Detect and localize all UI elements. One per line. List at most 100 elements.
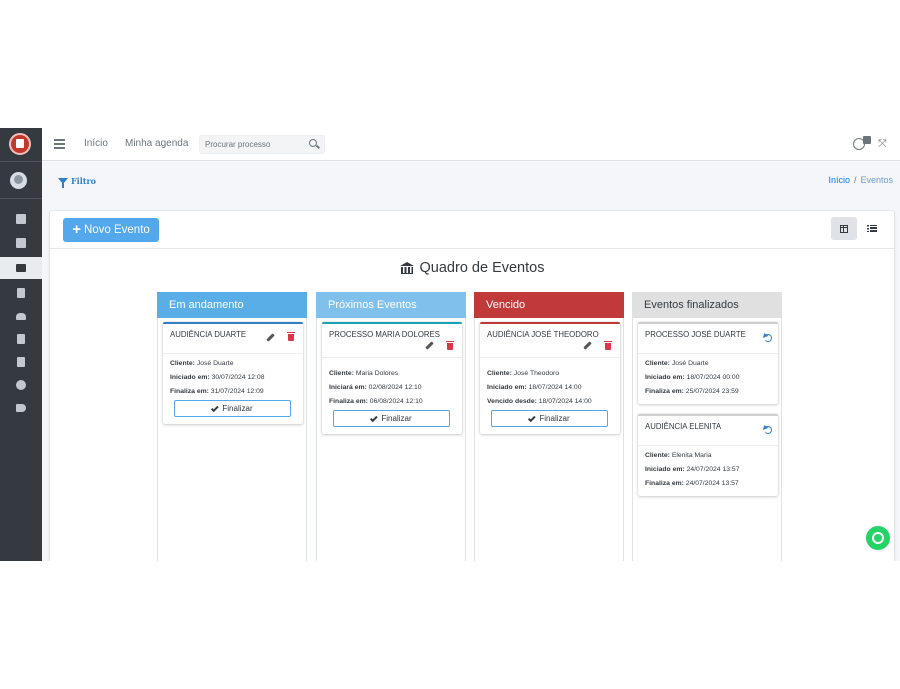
event-client: Cliente: José Theodoro	[487, 370, 560, 377]
clipboard-icon	[17, 288, 25, 298]
pencil-icon[interactable]	[583, 341, 592, 350]
search-input[interactable]	[200, 136, 300, 153]
sidebar-item-file-text[interactable]	[0, 351, 42, 373]
event-end: Finaliza em: 06/08/2024 12:10	[329, 398, 423, 405]
sidebar-item-document[interactable]	[0, 328, 42, 350]
sidebar-item-users[interactable]	[0, 305, 42, 327]
bank-icon	[16, 264, 26, 272]
filter-icon	[58, 178, 68, 188]
undo-icon[interactable]	[764, 426, 772, 434]
event-client: Cliente: Maria Dolores	[329, 370, 399, 377]
event-card-header: PROCESSO MARIA DOLORES	[322, 324, 462, 358]
sidebar	[0, 128, 42, 561]
sidebar-item-events[interactable]	[0, 257, 42, 279]
trash-icon[interactable]	[446, 340, 454, 350]
column-header: Próximos Eventos	[316, 292, 466, 318]
bank-icon	[399, 262, 414, 274]
sidebar-item-clipboard[interactable]	[0, 282, 42, 304]
breadcrumb-separator: /	[853, 175, 857, 185]
new-event-button[interactable]: + Novo Evento	[63, 218, 159, 242]
event-end: Finaliza em: 31/07/2024 12:09	[170, 388, 264, 395]
user-avatar[interactable]	[10, 172, 27, 189]
event-title: AUDIÊNCIA ELENITA	[645, 422, 722, 431]
event-card-header: AUDIÊNCIA JOSÉ THEODORO	[480, 324, 620, 358]
finalize-label: Finalizar	[222, 404, 253, 413]
grid-icon	[840, 224, 848, 233]
event-card[interactable]: PROCESSO MARIA DOLORES Cliente: Maria Do…	[322, 322, 462, 434]
nav-link-agenda[interactable]: Minha agenda	[125, 138, 188, 149]
sidebar-item-profile[interactable]	[0, 374, 42, 396]
card-header: + Novo Evento	[50, 211, 894, 249]
event-title: AUDIÊNCIA JOSÉ THEODORO	[487, 330, 599, 339]
event-client: Cliente: José Duarte	[170, 360, 234, 367]
check-icon	[370, 413, 379, 422]
column-in-progress: Em andamento AUDIÊNCIA DUARTE Cliente: J…	[157, 292, 307, 561]
event-title: PROCESSO JOSÉ DUARTE	[645, 330, 746, 339]
check-icon	[211, 403, 220, 412]
event-start: Iniciará em: 02/08/2024 12:10	[329, 384, 422, 391]
column-finished: Eventos finalizados PROCESSO JOSÉ DUARTE…	[632, 292, 782, 561]
event-start: Iniciado em: 24/07/2024 13:57	[645, 466, 740, 473]
nav-link-home[interactable]: Início	[84, 138, 108, 149]
filter-toggle[interactable]: Filtro	[58, 176, 97, 188]
event-end: Finaliza em: 24/07/2024 13:57	[645, 480, 739, 487]
board-title-text: Quadro de Eventos	[419, 260, 545, 276]
sidebar-item-calculator[interactable]	[0, 232, 42, 254]
calculator-icon	[16, 238, 26, 248]
trash-icon[interactable]	[287, 331, 295, 341]
pencil-icon[interactable]	[425, 341, 434, 350]
fullscreen-icon[interactable]: ⤧	[878, 139, 888, 150]
search-box	[199, 135, 325, 154]
event-client: Cliente: Elenita Maria	[645, 452, 712, 459]
finalize-button[interactable]: Finalizar	[174, 400, 291, 417]
column-header: Eventos finalizados	[632, 292, 782, 318]
column-header: Vencido	[474, 292, 624, 318]
notification-badge	[863, 136, 871, 144]
event-card-header: AUDIÊNCIA ELENITA	[638, 416, 778, 446]
list-view-button[interactable]	[860, 217, 884, 240]
event-end: Finaliza em: 25/07/2024 23:59	[645, 388, 739, 395]
filter-label: Filtro	[71, 176, 97, 186]
finalize-label: Finalizar	[381, 414, 412, 423]
column-upcoming: Próximos Eventos PROCESSO MARIA DOLORES …	[316, 292, 466, 561]
app-window: Início Minha agenda ⤧ Filtro Início/Even…	[0, 128, 900, 561]
whatsapp-icon[interactable]	[866, 526, 890, 550]
event-card-header: AUDIÊNCIA DUARTE	[163, 324, 303, 354]
finalize-button[interactable]: Finalizar	[333, 410, 450, 427]
event-overdue-since: Vencido desde: 18/07/2024 14:00	[487, 398, 592, 405]
calendar-icon	[16, 214, 26, 224]
event-card[interactable]: PROCESSO JOSÉ DUARTE Cliente: José Duart…	[638, 322, 778, 404]
file-icon	[17, 334, 25, 344]
column-header: Em andamento	[157, 292, 307, 318]
breadcrumb-home[interactable]: Início	[828, 175, 850, 185]
finalize-label: Finalizar	[539, 414, 570, 423]
pencil-icon[interactable]	[266, 333, 275, 342]
file-text-icon	[17, 357, 25, 367]
event-start: Iniciado em: 18/07/2024 14:00	[487, 384, 582, 391]
sidebar-divider	[0, 161, 42, 162]
trash-icon[interactable]	[604, 340, 612, 350]
search-icon[interactable]	[309, 139, 317, 147]
event-card[interactable]: AUDIÊNCIA ELENITA Cliente: Elenita Maria…	[638, 414, 778, 496]
brand-logo-icon[interactable]	[9, 133, 31, 155]
sidebar-divider	[0, 198, 42, 199]
users-icon	[16, 312, 26, 320]
event-client: Cliente: José Duarte	[645, 360, 709, 367]
sidebar-item-calendar[interactable]	[0, 208, 42, 230]
undo-icon[interactable]	[764, 334, 772, 342]
event-card[interactable]: AUDIÊNCIA JOSÉ THEODORO Cliente: José Th…	[480, 322, 620, 434]
sidebar-item-logout[interactable]	[0, 397, 42, 419]
user-circle-icon	[16, 380, 26, 390]
finalize-button[interactable]: Finalizar	[491, 410, 608, 427]
breadcrumb-current: Eventos	[860, 175, 893, 185]
new-event-label: Novo Evento	[83, 224, 150, 236]
event-start: Iniciado em: 18/07/2024 00:00	[645, 374, 740, 381]
event-card-header: PROCESSO JOSÉ DUARTE	[638, 324, 778, 354]
plus-icon: +	[72, 221, 81, 238]
event-card[interactable]: AUDIÊNCIA DUARTE Cliente: José Duarte In…	[163, 322, 303, 424]
board-title: Quadro de Eventos	[50, 260, 894, 276]
menu-toggle-icon[interactable]	[54, 139, 65, 149]
event-start: Iniciado em: 30/07/2024 12:08	[170, 374, 265, 381]
list-icon	[867, 224, 877, 233]
grid-view-button[interactable]	[831, 217, 857, 240]
